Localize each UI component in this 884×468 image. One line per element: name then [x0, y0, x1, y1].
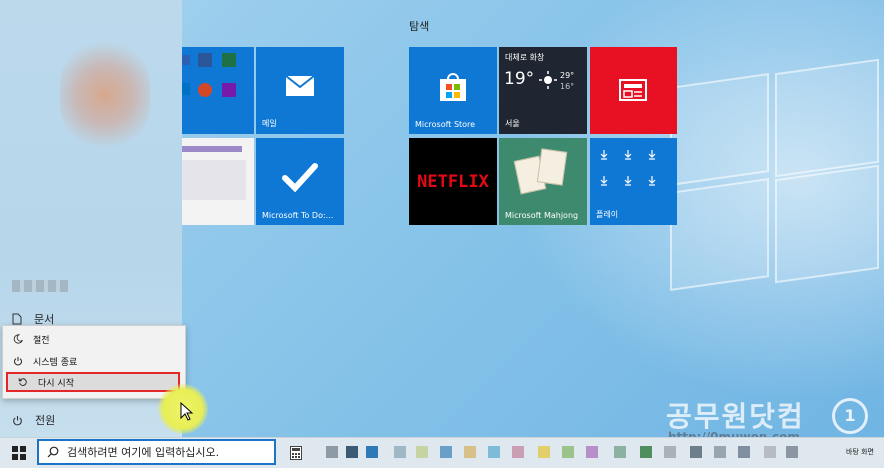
mouse-cursor-icon — [180, 402, 194, 421]
taskbar-app-icon[interactable] — [326, 446, 338, 458]
taskbar-app-icon[interactable] — [366, 446, 378, 458]
taskbar-app-icon[interactable] — [738, 446, 750, 458]
search-icon — [47, 446, 59, 458]
desktop-peek-label[interactable]: 바탕 화면 — [846, 447, 874, 457]
excel-icon — [222, 53, 236, 67]
taskbar-app-icon[interactable] — [764, 446, 776, 458]
mahjong-tile[interactable]: Microsoft Mahjong — [499, 138, 587, 225]
checkmark-icon — [282, 163, 318, 192]
store-tile[interactable]: Microsoft Store — [409, 47, 497, 134]
mail-tile[interactable]: 메일 — [256, 47, 344, 134]
watermark-text: 공무원닷컴 — [666, 400, 805, 433]
outlook-icon — [182, 83, 190, 95]
taskbar-app-icon[interactable] — [690, 446, 702, 458]
user-name-blurred[interactable] — [12, 280, 68, 292]
taskbar-app-icon[interactable] — [464, 446, 476, 458]
sun-icon — [539, 71, 557, 89]
taskbar-app-icon[interactable] — [614, 446, 626, 458]
power-menu-label: 절전 — [33, 335, 50, 346]
taskbar-app-icon[interactable] — [786, 446, 798, 458]
office-app-icon — [182, 55, 190, 65]
download-arrows-icon — [600, 150, 656, 186]
newspaper-icon — [619, 79, 647, 101]
sleep-icon — [13, 334, 23, 344]
restart-icon — [18, 378, 27, 386]
taskbar-app-icon[interactable] — [512, 446, 524, 458]
taskbar-app-icon[interactable] — [640, 446, 652, 458]
tile-label: 서울 — [505, 119, 520, 128]
sidebar-item-power[interactable]: 전원 — [12, 412, 55, 428]
power-menu: 절전 시스템 종료 다시 시작 — [2, 325, 186, 399]
tile-label: Microsoft To Do:... — [262, 211, 334, 220]
news-tile[interactable] — [590, 47, 677, 134]
tile-label: Microsoft Store — [415, 120, 476, 129]
power-menu-label: 시스템 종료 — [33, 357, 78, 368]
mahjong-tile-icon — [536, 148, 568, 186]
windows-start-icon[interactable] — [12, 446, 26, 460]
taskbar-app-icon[interactable] — [664, 446, 676, 458]
mail-icon — [285, 75, 315, 96]
sidebar-item-label: 전원 — [35, 414, 56, 427]
power-menu-shutdown[interactable]: 시스템 종료 — [3, 351, 183, 371]
tile-label: Microsoft Mahjong — [505, 211, 579, 220]
calculator-icon[interactable] — [290, 446, 302, 460]
taskbar-app-icon[interactable] — [440, 446, 452, 458]
tile-label: 플레이 — [596, 210, 619, 219]
weather-tile[interactable]: 대체로 화창 19° 29° 16° 서울 — [499, 47, 587, 134]
taskbar: 검색하려면 여기에 입력하십시오. 바탕 화면 — [0, 437, 884, 468]
netflix-tile[interactable]: NETFLIX — [409, 138, 497, 225]
blur-content — [182, 160, 246, 200]
play-tile[interactable]: 플레이 — [590, 138, 677, 225]
power-menu-label: 다시 시작 — [38, 378, 74, 389]
taskbar-app-icon[interactable] — [538, 446, 550, 458]
power-menu-restart[interactable]: 다시 시작 — [6, 372, 180, 392]
blurred-app-tile[interactable] — [182, 138, 254, 225]
search-placeholder: 검색하려면 여기에 입력하십시오. — [67, 446, 220, 459]
taskbar-app-icon[interactable] — [346, 446, 358, 458]
word-icon — [198, 53, 212, 67]
taskbar-app-icon[interactable] — [488, 446, 500, 458]
netflix-logo: NETFLIX — [417, 172, 489, 192]
taskbar-app-icon[interactable] — [562, 446, 574, 458]
power-icon — [14, 356, 22, 366]
power-icon — [13, 415, 22, 425]
weather-condition: 대체로 화창 — [505, 53, 545, 62]
store-bag-icon — [440, 73, 466, 101]
taskbar-app-icon[interactable] — [586, 446, 598, 458]
weather-temp: 19° — [504, 69, 535, 89]
document-icon — [12, 313, 22, 325]
taskbar-app-icon[interactable] — [714, 446, 726, 458]
windows-logo-wallpaper — [670, 58, 880, 291]
user-avatar[interactable] — [60, 40, 150, 150]
tile-group-title: 탐색 — [409, 20, 430, 33]
taskbar-app-icon[interactable] — [394, 446, 406, 458]
taskbar-app-icon[interactable] — [416, 446, 428, 458]
taskbar-search-box[interactable]: 검색하려면 여기에 입력하십시오. — [37, 439, 276, 465]
onenote-icon — [222, 83, 236, 97]
blur-bar — [182, 146, 242, 152]
tile-label: 메일 — [262, 119, 277, 128]
office-tile[interactable] — [182, 47, 254, 134]
weather-high: 29° — [560, 71, 575, 80]
watermark-badge: 1 — [832, 398, 868, 434]
power-menu-sleep[interactable]: 절전 — [3, 329, 183, 349]
todo-tile[interactable]: Microsoft To Do:... — [256, 138, 344, 225]
powerpoint-icon — [198, 83, 212, 97]
weather-low: 16° — [560, 82, 575, 91]
